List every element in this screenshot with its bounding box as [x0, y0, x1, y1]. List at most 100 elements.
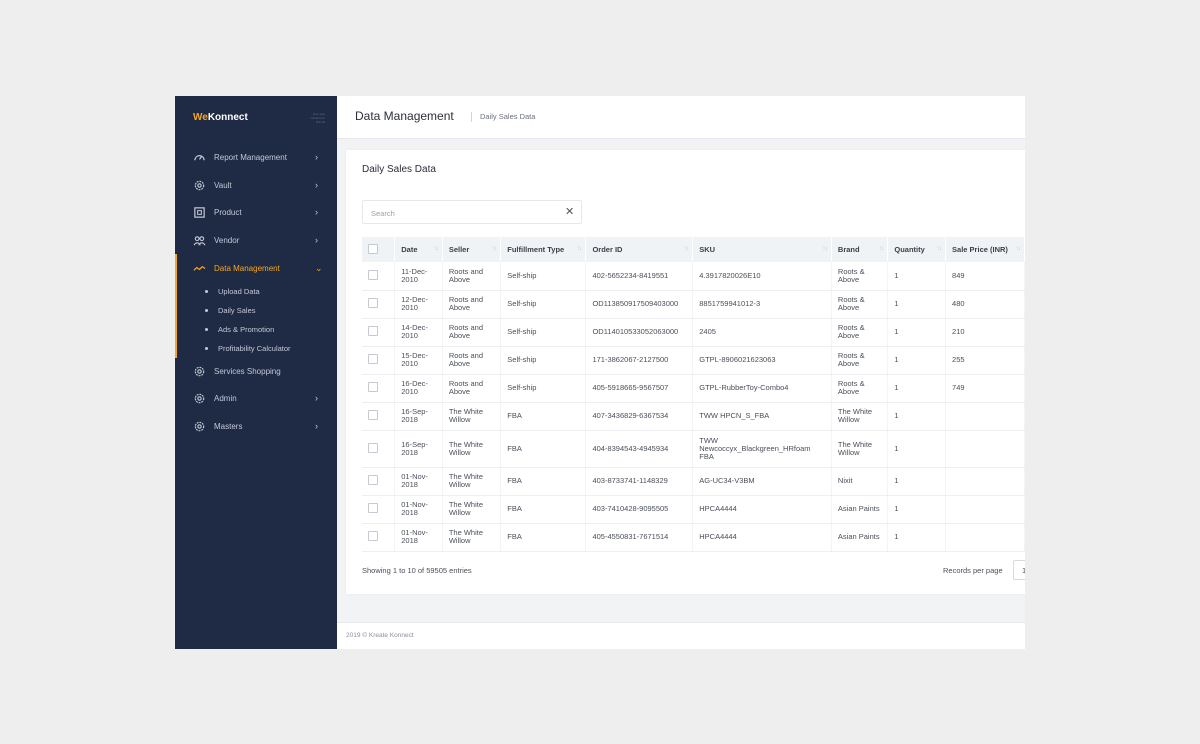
- cell-date: 11-Dec-2010: [394, 262, 443, 291]
- row-select-cell: [362, 346, 396, 375]
- table-row[interactable]: 01-Nov-2018 The White Willow FBA 403-741042…: [362, 495, 1025, 524]
- row-select-cell: [362, 402, 396, 431]
- table-row[interactable]: 14-Dec-2010 Roots and Above Self-ship OD114…: [362, 318, 1025, 347]
- column-header-brand[interactable]: Brand ↑↓: [831, 237, 889, 262]
- chevron-right-icon: ›: [315, 207, 318, 217]
- cell-quantity: 1: [887, 290, 947, 319]
- table-row[interactable]: 15-Dec-2010 Roots and Above Self-ship 171-3…: [362, 346, 1025, 375]
- sort-icon[interactable]: ↑↓: [492, 245, 497, 252]
- table-row[interactable]: 01-Nov-2018 The White Willow FBA 405-455083…: [362, 523, 1025, 552]
- sidebar-item-data-management[interactable]: Data Management ⌄: [175, 258, 337, 278]
- cell-sale-price: [945, 495, 1025, 524]
- table-row[interactable]: 12-Dec-2010 Roots and Above Self-ship OD113…: [362, 290, 1025, 319]
- brand-logo[interactable]: WeKonnect: [193, 112, 248, 123]
- brand-tagline: One stop solution for brands: [310, 112, 325, 124]
- cell-brand: Asian Paints: [831, 523, 889, 552]
- close-icon[interactable]: ✕: [565, 206, 574, 218]
- cell-sale-price: 849: [945, 262, 1025, 291]
- row-checkbox[interactable]: [368, 298, 378, 308]
- page-title: Data Management: [355, 109, 454, 123]
- sidebar-subitem-daily-sales[interactable]: Daily Sales: [175, 302, 337, 318]
- row-checkbox[interactable]: [368, 382, 378, 392]
- box-icon: [192, 205, 206, 219]
- sort-icon[interactable]: ↑↓: [577, 245, 582, 252]
- column-header-fulfillment-type[interactable]: Fulfillment Type ↑↓: [500, 237, 587, 262]
- row-checkbox[interactable]: [368, 531, 378, 541]
- sort-icon[interactable]: ↑↓: [937, 245, 942, 252]
- row-checkbox[interactable]: [368, 326, 378, 336]
- row-checkbox[interactable]: [368, 503, 378, 513]
- sidebar-item-masters[interactable]: Masters ›: [175, 416, 337, 436]
- cell-order-id: OD113850917509403000: [585, 290, 694, 319]
- table-row[interactable]: 01-Nov-2018 The White Willow FBA 403-873374…: [362, 467, 1025, 496]
- cell-order-id: 405-5918665-9567507: [585, 374, 694, 403]
- records-per-page-select[interactable]: 1: [1013, 560, 1025, 580]
- cell-order-id: 171-3862067-2127500: [585, 346, 694, 375]
- cell-seller: Roots and Above: [442, 318, 502, 347]
- table-row[interactable]: 16-Dec-2010 Roots and Above Self-ship 405-5…: [362, 374, 1025, 403]
- sidebar-item-label: Vendor: [214, 235, 240, 245]
- cell-brand: The White Willow: [831, 402, 889, 431]
- cell-seller: Roots and Above: [442, 262, 502, 291]
- cell-fulfillment-type: FBA: [500, 402, 587, 431]
- sidebar-item-label: Product: [214, 207, 242, 217]
- column-header-sku[interactable]: SKU ↑↓: [692, 237, 832, 262]
- cell-seller: The White Willow: [442, 402, 502, 431]
- table-row[interactable]: 16-Sep-2018 The White Willow FBA 407-343682…: [362, 402, 1025, 431]
- table-row[interactable]: 11-Dec-2010 Roots and Above Self-ship 402-5…: [362, 262, 1025, 291]
- sidebar-item-product[interactable]: Product ›: [175, 202, 337, 222]
- cell-order-id: OD114010533052063000: [585, 318, 694, 347]
- select-all-checkbox[interactable]: [368, 243, 378, 254]
- cell-quantity: 1: [887, 374, 947, 403]
- sidebar-item-report-management[interactable]: Report Management ›: [175, 147, 337, 167]
- column-header-quantity[interactable]: Quantity ↑↓: [887, 237, 947, 262]
- sidebar-item-label: Services Shopping: [214, 366, 281, 376]
- cell-order-id: 405-4550831-7671514: [585, 523, 694, 552]
- cell-brand: The White Willow: [831, 430, 889, 468]
- search-input[interactable]: [371, 206, 551, 220]
- cell-date: 01-Nov-2018: [394, 467, 443, 496]
- row-checkbox[interactable]: [368, 269, 378, 280]
- column-header-order-id[interactable]: Order ID ↑↓: [585, 237, 694, 262]
- cell-fulfillment-type: FBA: [500, 523, 587, 552]
- column-header-seller[interactable]: Seller ↑↓: [442, 237, 502, 262]
- row-checkbox[interactable]: [368, 410, 378, 420]
- cell-date: 14-Dec-2010: [394, 318, 443, 347]
- cell-sale-price: 255: [945, 346, 1025, 375]
- column-header-date[interactable]: Date ↑↓: [394, 237, 443, 262]
- sidebar-item-admin[interactable]: Admin ›: [175, 388, 337, 408]
- table-row[interactable]: 16-Sep-2018 The White Willow FBA 404-839454…: [362, 430, 1025, 468]
- row-checkbox[interactable]: [368, 442, 378, 453]
- header-divider: [471, 112, 472, 122]
- sidebar-item-services-shopping[interactable]: Services Shopping: [175, 361, 337, 381]
- sidebar-subitem-upload-data[interactable]: Upload Data: [175, 283, 337, 299]
- sidebar-subitem-profitability-calculator[interactable]: Profitability Calculator: [175, 340, 337, 356]
- gear-icon: [192, 391, 206, 405]
- sort-icon[interactable]: ↑↓: [879, 245, 884, 252]
- gauge-icon: [192, 150, 206, 164]
- cell-brand: Roots & Above: [831, 262, 889, 291]
- row-select-cell: [362, 495, 396, 524]
- column-header-sale-price[interactable]: Sale Price (INR) ↑↓: [945, 237, 1025, 262]
- cell-sale-price: [945, 523, 1025, 552]
- sidebar-item-vendor[interactable]: Vendor ›: [175, 230, 337, 250]
- sort-icon[interactable]: ↑↓: [433, 245, 438, 252]
- cell-quantity: 1: [887, 523, 947, 552]
- cell-fulfillment-type: Self-ship: [500, 346, 587, 375]
- sidebar-subitem-label: Ads & Promotion: [218, 324, 275, 334]
- sort-icon[interactable]: ↑↓: [822, 245, 827, 252]
- breadcrumb[interactable]: Daily Sales Data: [480, 112, 535, 121]
- sidebar-subitem-ads-promotion[interactable]: Ads & Promotion: [175, 321, 337, 337]
- row-checkbox[interactable]: [368, 475, 378, 485]
- sort-icon[interactable]: ↑↓: [1016, 245, 1021, 252]
- cell-sku: 8851759941012-3: [692, 290, 832, 319]
- cell-seller: Roots and Above: [442, 374, 502, 403]
- cell-brand: Nixit: [831, 467, 889, 496]
- sort-icon[interactable]: ↑↓: [684, 245, 689, 252]
- row-checkbox[interactable]: [368, 354, 378, 364]
- sidebar-item-vault[interactable]: Vault ›: [175, 175, 337, 195]
- cell-brand: Roots & Above: [831, 346, 889, 375]
- cell-quantity: 1: [887, 495, 947, 524]
- cell-fulfillment-type: Self-ship: [500, 318, 587, 347]
- daily-sales-card: Daily Sales Data ✕ Date↑↓ Seller↑↓ Fulfi…: [346, 150, 1025, 594]
